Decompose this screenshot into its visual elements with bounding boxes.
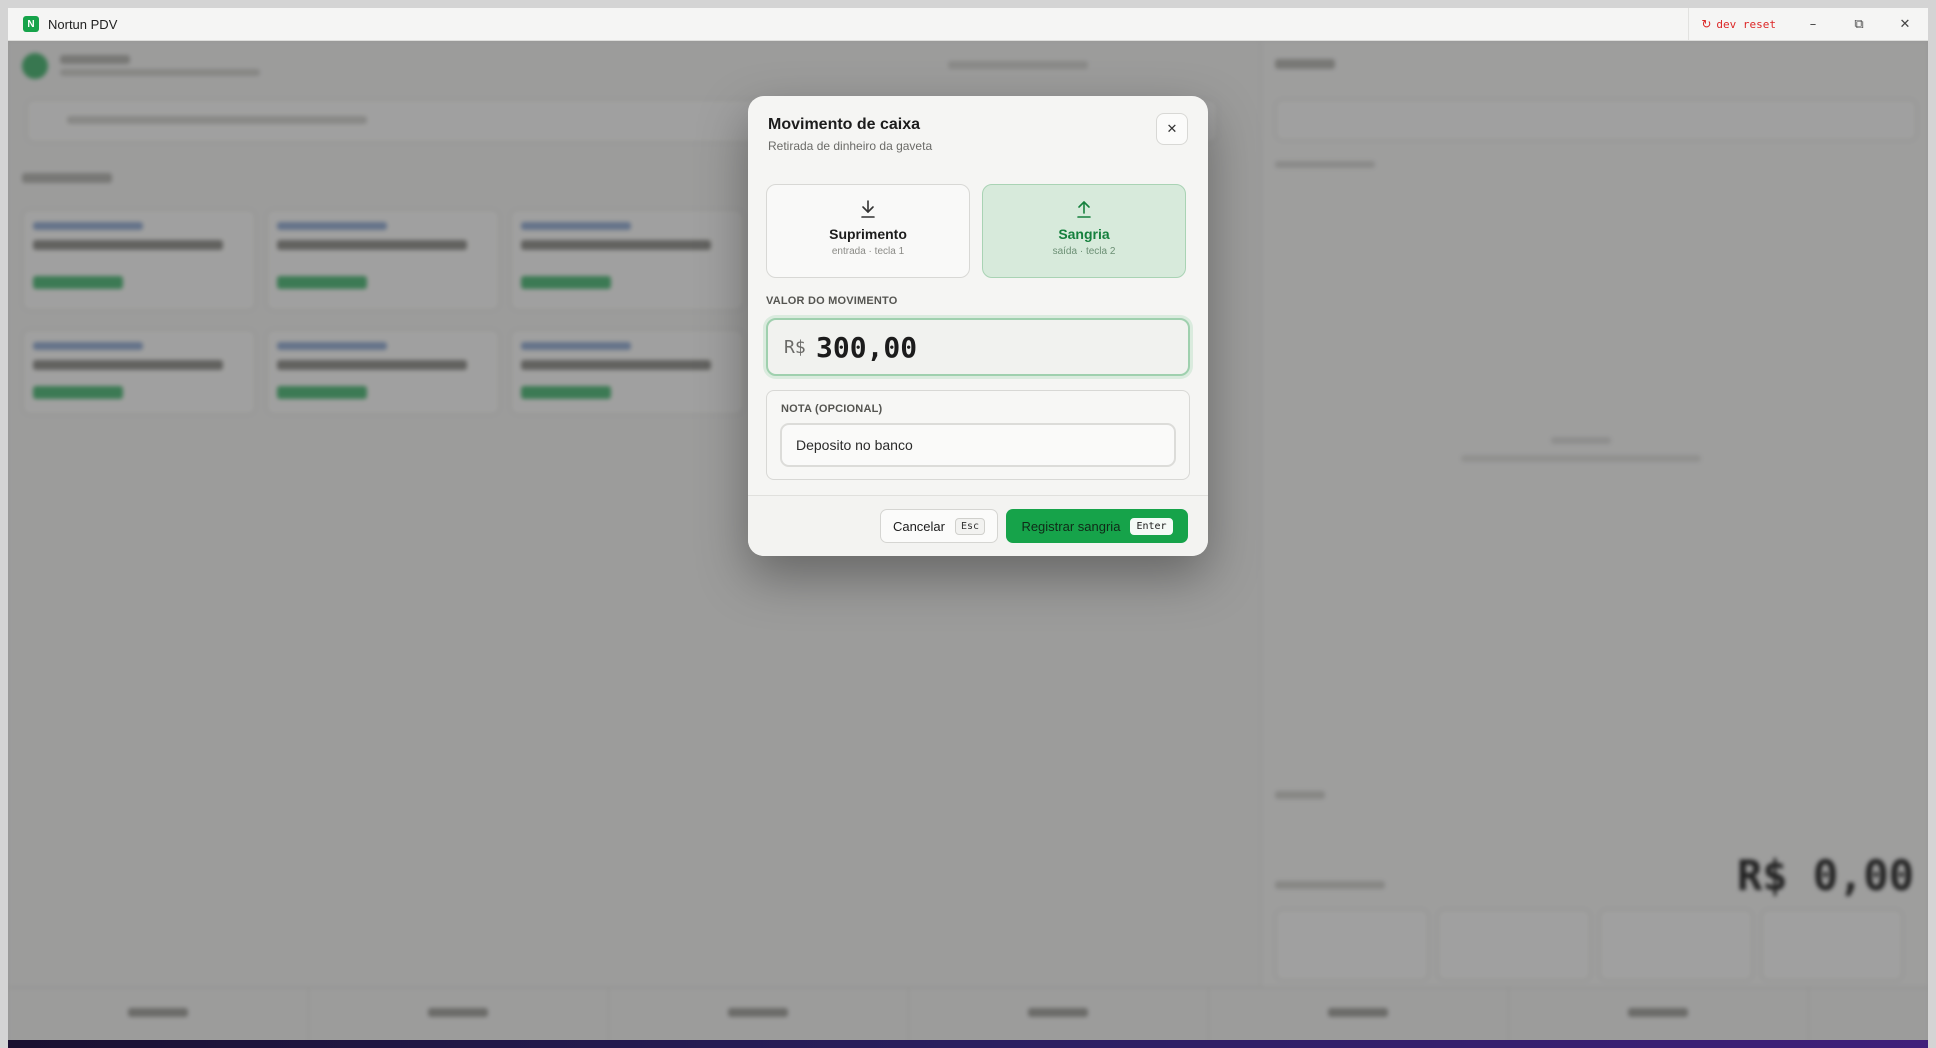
esc-key-hint: Esc — [954, 517, 986, 535]
download-icon — [767, 199, 969, 221]
minimize-button[interactable]: – — [1790, 8, 1836, 40]
title-bar-controls: ↻ dev reset – ⧉ ✕ — [1688, 8, 1928, 40]
note-label: NOTA (OPCIONAL) — [781, 403, 883, 415]
type-option-name: Suprimento — [829, 226, 907, 242]
currency-symbol: R$ — [784, 337, 806, 358]
close-icon: ✕ — [1166, 121, 1178, 137]
cancel-button[interactable]: Cancelar Esc — [880, 509, 998, 543]
app-window: N Nortun PDV ↻ dev reset – ⧉ ✕ R$ 0,00 M… — [8, 8, 1928, 1048]
restore-button[interactable]: ⧉ — [1836, 8, 1882, 40]
amount-value: 300,00 — [816, 331, 918, 364]
type-option-name: Sangria — [1058, 226, 1110, 242]
dialog-title: Movimento de caixa — [768, 116, 921, 133]
cancel-label: Cancelar — [892, 518, 945, 534]
type-option-hint: saída · tecla 2 — [1052, 246, 1116, 257]
submit-label: Registrar sangria — [1021, 518, 1121, 534]
note-section: NOTA (OPCIONAL) — [766, 390, 1190, 480]
window-close-button[interactable]: ✕ — [1882, 8, 1928, 40]
dev-reset-button[interactable]: ↻ dev reset — [1688, 8, 1790, 40]
type-option-sangria[interactable]: Sangria saída · tecla 2 — [982, 184, 1186, 278]
dialog-subtitle: Retirada de dinheiro da gaveta — [768, 139, 933, 153]
os-taskbar — [8, 1040, 1928, 1048]
app-title: Nortun PDV — [48, 16, 118, 32]
amount-input[interactable]: R$ 300,00 — [766, 318, 1190, 376]
type-option-hint: entrada · tecla 1 — [831, 246, 905, 257]
dev-reset-label: dev reset — [1716, 17, 1776, 31]
title-bar: N Nortun PDV ↻ dev reset – ⧉ ✕ — [8, 8, 1928, 41]
app-logo-icon: N — [23, 16, 39, 32]
note-input[interactable] — [780, 423, 1176, 467]
refresh-icon: ↻ — [1701, 17, 1712, 31]
cash-movement-dialog: Movimento de caixa Retirada de dinheiro … — [748, 96, 1208, 556]
close-button[interactable]: ✕ — [1156, 113, 1188, 145]
value-label: VALOR DO MOVIMENTO — [766, 295, 898, 307]
register-sangria-button[interactable]: Registrar sangria Enter — [1006, 509, 1188, 543]
type-option-suprimento[interactable]: Suprimento entrada · tecla 1 — [766, 184, 970, 278]
enter-key-hint: Enter — [1130, 517, 1173, 535]
upload-icon — [983, 199, 1185, 221]
dialog-footer: Cancelar Esc Registrar sangria Enter — [748, 495, 1208, 556]
